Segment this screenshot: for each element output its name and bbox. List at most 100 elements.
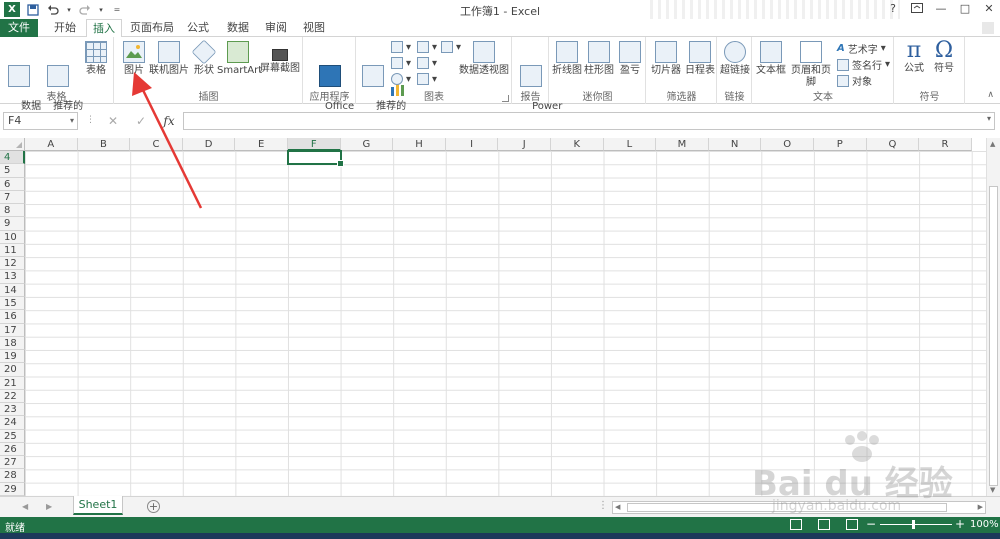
shapes-button[interactable]: 形状	[191, 39, 217, 77]
scroll-left-icon[interactable]: ◀	[615, 503, 620, 511]
row-header-15[interactable]: 15	[0, 296, 25, 311]
name-box-dropdown-icon[interactable]: ▾	[70, 113, 74, 129]
tab-split-grip-icon[interactable]: ⋮	[598, 500, 608, 511]
textbox-button[interactable]: 文本框	[755, 41, 787, 77]
symbol-button[interactable]: Ω 符号	[929, 39, 959, 75]
row-header-22[interactable]: 22	[0, 389, 25, 404]
row-header-29[interactable]: 29	[0, 482, 25, 496]
row-header-26[interactable]: 26	[0, 442, 25, 457]
page-break-preview-icon[interactable]	[846, 519, 858, 530]
cancel-entry-button[interactable]: ✕	[104, 113, 122, 129]
column-header-g[interactable]: G	[340, 138, 394, 151]
zoom-level[interactable]: 100%	[970, 519, 999, 530]
column-header-e[interactable]: E	[235, 138, 288, 151]
row-header-8[interactable]: 8	[0, 204, 25, 218]
tab-insert[interactable]: 插入	[86, 19, 122, 38]
row-header-28[interactable]: 28	[0, 469, 25, 483]
scroll-right-icon[interactable]: ▶	[978, 503, 983, 511]
tab-file[interactable]: 文件	[0, 19, 38, 37]
row-header-24[interactable]: 24	[0, 416, 25, 430]
row-header-13[interactable]: 13	[0, 270, 25, 284]
row-header-7[interactable]: 7	[0, 190, 25, 205]
new-sheet-button[interactable]: +	[147, 500, 160, 513]
row-header-19[interactable]: 19	[0, 350, 25, 364]
scroll-down-icon[interactable]: ▼	[990, 486, 995, 494]
online-pictures-button[interactable]: 联机图片	[149, 41, 189, 77]
account-avatar[interactable]	[982, 22, 994, 34]
row-header-5[interactable]: 5	[0, 164, 25, 178]
close-button[interactable]: ✕	[982, 1, 996, 15]
scroll-up-icon[interactable]: ▲	[990, 140, 995, 148]
row-header-9[interactable]: 9	[0, 217, 25, 231]
bar-chart-button[interactable]: ▾	[417, 41, 437, 53]
sparkline-column-button[interactable]: 柱形图	[584, 41, 614, 77]
column-header-k[interactable]: K	[551, 138, 604, 151]
table-button[interactable]: 表格	[82, 41, 110, 77]
zoom-slider[interactable]	[880, 524, 952, 525]
row-header-12[interactable]: 12	[0, 257, 25, 271]
column-header-a[interactable]: A	[25, 138, 78, 151]
column-header-q[interactable]: Q	[866, 138, 920, 151]
row-header-17[interactable]: 17	[0, 323, 25, 337]
sparkline-line-button[interactable]: 折线图	[552, 41, 582, 77]
normal-view-icon[interactable]	[790, 519, 802, 530]
name-box[interactable]: F4 ▾	[3, 112, 78, 130]
row-header-14[interactable]: 14	[0, 283, 25, 297]
sparkline-winloss-button[interactable]: 盈亏	[616, 41, 644, 77]
column-header-h[interactable]: H	[393, 138, 446, 151]
header-footer-button[interactable]: 页眉和页脚	[787, 41, 835, 89]
select-all-button[interactable]	[0, 138, 25, 151]
restore-button[interactable]: □	[958, 1, 972, 15]
column-header-o[interactable]: O	[761, 138, 814, 151]
tab-formulas[interactable]: 公式	[180, 19, 216, 37]
collapse-ribbon-icon[interactable]: ∧	[987, 90, 994, 100]
stock-chart-button[interactable]: ▾	[417, 57, 437, 69]
insert-function-button[interactable]: fx	[160, 113, 178, 129]
tab-view[interactable]: 视图	[296, 19, 332, 37]
tab-review[interactable]: 审阅	[258, 19, 294, 37]
pictures-button[interactable]: 图片	[119, 41, 149, 77]
column-header-b[interactable]: B	[77, 138, 131, 151]
sheet-scroll-right-icon[interactable]: ▶	[46, 502, 52, 511]
wordart-button[interactable]: A 艺术字 ▾	[837, 41, 886, 56]
help-button[interactable]: ?	[886, 1, 900, 15]
column-header-p[interactable]: P	[814, 138, 867, 151]
column-header-m[interactable]: M	[656, 138, 709, 151]
column-header-l[interactable]: L	[603, 138, 657, 151]
screenshot-button[interactable]: 屏幕截图	[260, 41, 300, 75]
zoom-slider-thumb[interactable]	[912, 520, 915, 529]
row-header-10[interactable]: 10	[0, 230, 25, 244]
enter-entry-button[interactable]: ✓	[132, 113, 150, 129]
sheet-scroll-left-icon[interactable]: ◀	[22, 502, 28, 511]
column-chart-button[interactable]: ▾	[391, 41, 411, 53]
slicer-button[interactable]: 切片器	[649, 41, 683, 77]
scatter-chart-button[interactable]: ▾	[417, 73, 437, 85]
timeline-button[interactable]: 日程表	[683, 41, 717, 77]
row-header-21[interactable]: 21	[0, 376, 25, 390]
column-header-c[interactable]: C	[130, 138, 183, 151]
line-chart-button[interactable]: ▾	[391, 57, 411, 69]
column-header-n[interactable]: N	[708, 138, 762, 151]
vertical-scroll-thumb[interactable]	[989, 186, 998, 486]
tab-page-layout[interactable]: 页面布局	[126, 19, 178, 37]
row-header-16[interactable]: 16	[0, 310, 25, 324]
pie-chart-button[interactable]: ▾	[391, 73, 411, 85]
row-header-23[interactable]: 23	[0, 403, 25, 417]
pivotchart-button[interactable]: 数据透视图	[459, 41, 509, 77]
row-header-27[interactable]: 27	[0, 456, 25, 470]
tab-home[interactable]: 开始	[45, 19, 85, 37]
active-cell[interactable]	[287, 150, 344, 168]
column-header-r[interactable]: R	[919, 138, 972, 151]
row-header-6[interactable]: 6	[0, 177, 25, 191]
object-button[interactable]: 对象	[837, 73, 872, 88]
row-header-11[interactable]: 11	[0, 243, 25, 258]
sheet-tab-sheet1[interactable]: Sheet1	[73, 496, 123, 515]
column-header-i[interactable]: I	[445, 138, 499, 151]
formula-input[interactable]: ▾	[183, 112, 995, 130]
equation-button[interactable]: π 公式	[899, 39, 929, 75]
signature-line-button[interactable]: 签名行 ▾	[837, 57, 890, 72]
tab-data[interactable]: 数据	[220, 19, 256, 37]
smartart-button[interactable]: SmartArt	[217, 41, 262, 77]
vertical-scrollbar[interactable]: ▲ ▼	[986, 138, 1000, 496]
column-header-d[interactable]: D	[182, 138, 236, 151]
